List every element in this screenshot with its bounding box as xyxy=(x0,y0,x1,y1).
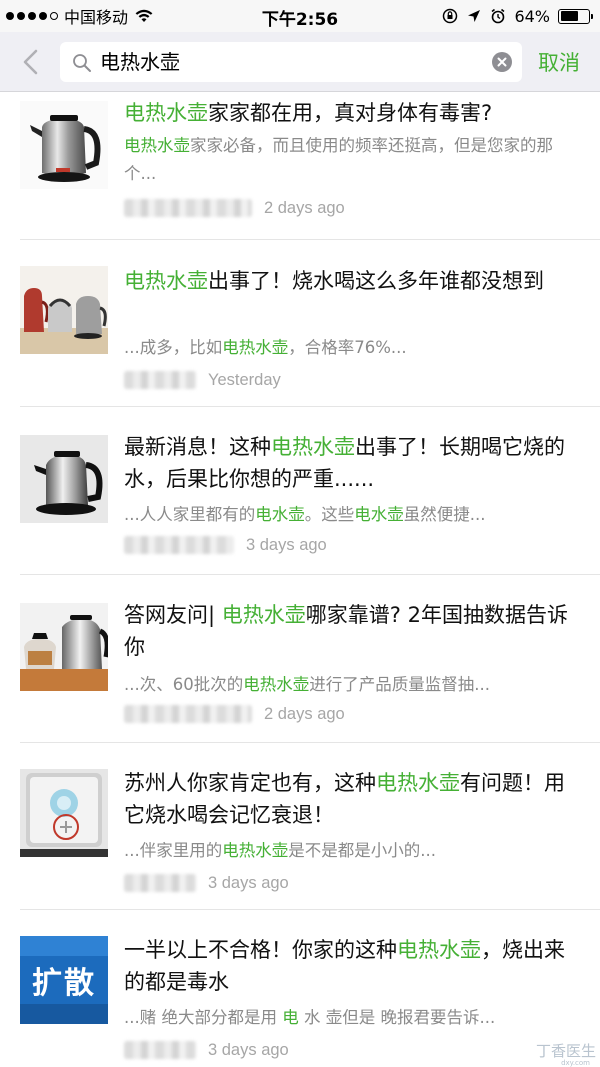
title-text: 出事了！烧水喝这么多年谁都没想到 xyxy=(208,269,544,293)
keyword-highlight: 电水壶 xyxy=(255,505,305,524)
result-date: 2 days ago xyxy=(264,198,345,217)
snippet-text: 水 壶但是 晚报君要告诉... xyxy=(298,1008,496,1027)
result-meta: 2 days ago xyxy=(124,702,345,726)
result-snippet: ...成多，比如电热水壶，合格率76%... xyxy=(124,334,580,362)
snippet-text: 是不是都是小小的... xyxy=(288,841,436,860)
title-text: 苏州人你家肯定也有，这种 xyxy=(124,771,376,795)
orientation-lock-icon xyxy=(443,8,458,24)
clear-search-icon[interactable] xyxy=(492,52,512,72)
result-item[interactable]: 最新消息！这种电热水壶出事了！长期喝它烧的水，后果比你想的严重...... ..… xyxy=(0,407,600,575)
title-text: 最新消息！这种 xyxy=(124,435,271,459)
result-date: 3 days ago xyxy=(208,1040,289,1059)
status-bar: 中国移动 下午2:56 64% xyxy=(0,0,600,32)
result-snippet: ...伴家里用的电热水壶是不是都是小小的... xyxy=(124,837,580,865)
cancel-button[interactable]: 取消 xyxy=(538,47,580,77)
result-item[interactable]: 扩散 一半以上不合格！你家的这种电热水壶，烧出来的都是毒水 ...赌 绝大部分都… xyxy=(0,910,600,1067)
result-title: 电热水壶出事了！烧水喝这么多年谁都没想到 xyxy=(124,265,580,297)
snippet-text: ...次、60批次的 xyxy=(124,675,244,694)
blurred-source-name xyxy=(124,874,196,892)
result-title: 最新消息！这种电热水壶出事了！长期喝它烧的水，后果比你想的严重...... xyxy=(124,431,580,495)
result-snippet: ...人人家里都有的电水壶。这些电水壶虽然便捷... xyxy=(124,501,580,529)
result-item[interactable]: 电热水壶出事了！烧水喝这么多年谁都没想到 ...成多，比如电热水壶，合格率76%… xyxy=(0,240,600,407)
kettle-on-base-image xyxy=(20,435,108,523)
title-text: 家家都在用，真对身体有毒害? xyxy=(208,101,493,125)
keyword-highlight: 电热水壶 xyxy=(124,101,208,125)
result-snippet: ...赌 绝大部分都是用 电 水 壶但是 晚报君要告诉... xyxy=(124,1004,580,1032)
result-date: 2 days ago xyxy=(264,704,345,723)
result-title: 电热水壶家家都在用，真对身体有毒害? xyxy=(124,97,580,129)
result-item[interactable]: 答网友问| 电热水壶哪家靠谱? 2年国抽数据告诉你 ...次、60批次的电热水壶… xyxy=(0,575,600,743)
battery-percentage: 64% xyxy=(514,6,550,26)
keyword-highlight: 电热水壶 xyxy=(243,675,310,694)
keyword-highlight: 电热水壶 xyxy=(222,338,289,357)
result-date: 3 days ago xyxy=(246,535,327,554)
keyword-highlight: 电热水壶 xyxy=(221,603,306,627)
snippet-text: ...伴家里用的 xyxy=(124,841,223,860)
alarm-icon xyxy=(491,8,505,24)
kettle-inside-image xyxy=(20,769,108,857)
result-meta: 3 days ago xyxy=(124,533,327,557)
result-meta: 3 days ago xyxy=(124,871,289,895)
blurred-source-name xyxy=(124,705,252,723)
result-snippet: 电热水壶家家必备，而且使用的频率还挺高，但是您家的那个... xyxy=(124,132,580,188)
kettle-and-teapot-image xyxy=(20,603,108,691)
keyword-highlight: 电热水壶 xyxy=(271,435,355,459)
spread-banner-text: 扩散 xyxy=(32,966,96,1001)
spread-banner-image: 扩散 xyxy=(20,936,108,1024)
battery-icon xyxy=(558,8,593,24)
snippet-text: ...人人家里都有的 xyxy=(124,505,256,524)
search-input[interactable]: 电热水壶 xyxy=(100,42,180,82)
location-arrow-icon xyxy=(468,10,481,22)
result-meta: 2 days ago xyxy=(124,196,345,220)
result-item[interactable]: 苏州人你家肯定也有，这种电热水壶有问题！用它烧水喝会记忆衰退！ ...伴家里用的… xyxy=(0,743,600,910)
keyword-highlight: 电热水壶 xyxy=(397,938,481,962)
keyword-highlight: 电热水壶 xyxy=(124,269,208,293)
keyword-highlight: 电热水壶 xyxy=(124,136,190,155)
keyword-highlight: 电热水壶 xyxy=(376,771,460,795)
result-title: 苏州人你家肯定也有，这种电热水壶有问题！用它烧水喝会记忆衰退！ xyxy=(124,767,580,831)
keyword-highlight: 电 xyxy=(282,1008,299,1027)
result-meta: Yesterday xyxy=(124,368,281,392)
title-text: 一半以上不合格！你家的这种 xyxy=(124,938,397,962)
search-header: 电热水壶 取消 xyxy=(0,32,600,92)
blurred-source-name xyxy=(124,536,234,554)
snippet-text: 虽然便捷... xyxy=(403,505,486,524)
result-meta: 3 days ago xyxy=(124,1038,289,1062)
search-icon xyxy=(73,54,91,72)
snippet-text: 进行了产品质量监督抽... xyxy=(309,675,490,694)
watermark-logo: 丁香医生 xyxy=(535,1042,596,1060)
result-snippet: ...次、60批次的电热水壶进行了产品质量监督抽... xyxy=(124,671,580,699)
result-date: 3 days ago xyxy=(208,873,289,892)
result-title: 答网友问| 电热水壶哪家靠谱? 2年国抽数据告诉你 xyxy=(124,599,580,663)
snippet-text: ...成多，比如 xyxy=(124,338,223,357)
blurred-source-name xyxy=(124,199,252,217)
watermark-domain: dxy.com xyxy=(561,1059,590,1067)
back-chevron-icon[interactable] xyxy=(18,46,46,78)
kettles-group-image xyxy=(20,266,108,354)
search-box[interactable]: 电热水壶 xyxy=(60,42,522,82)
snippet-text: ，合格率76%... xyxy=(288,338,407,357)
snippet-text: 。这些 xyxy=(304,505,355,524)
title-text: 答网友问| xyxy=(124,603,222,627)
result-item[interactable]: 电热水壶家家都在用，真对身体有毒害? 电热水壶家家必备，而且使用的频率还挺高，但… xyxy=(0,93,600,240)
result-date: Yesterday xyxy=(208,370,281,389)
stainless-kettle-image xyxy=(20,101,108,189)
blurred-source-name xyxy=(124,371,196,389)
result-title: 一半以上不合格！你家的这种电热水壶，烧出来的都是毒水 xyxy=(124,934,580,998)
keyword-highlight: 电水壶 xyxy=(354,505,404,524)
keyword-highlight: 电热水壶 xyxy=(222,841,289,860)
blurred-source-name xyxy=(124,1041,196,1059)
snippet-text: ...赌 绝大部分都是用 xyxy=(124,1008,283,1027)
